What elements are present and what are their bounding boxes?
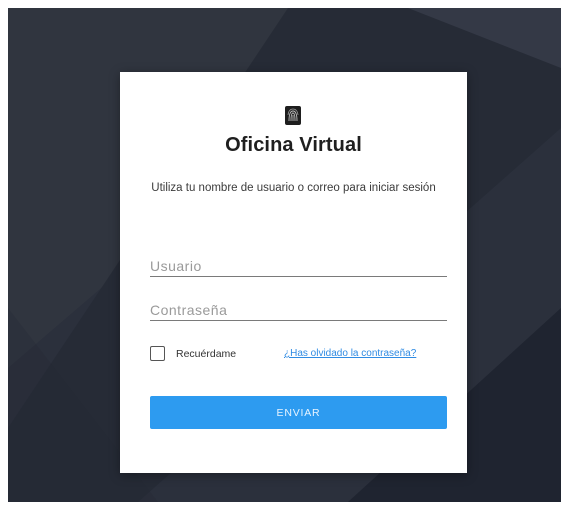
page: Oficina Virtual Utiliza tu nombre de usu… xyxy=(0,0,569,510)
username-field[interactable] xyxy=(150,256,447,277)
submit-button[interactable]: ENVIAR xyxy=(150,396,447,429)
login-card: Oficina Virtual Utiliza tu nombre de usu… xyxy=(120,72,467,473)
remember-me-label: Recuérdame xyxy=(176,347,237,360)
fingerprint-icon xyxy=(285,106,301,125)
forgot-password-link[interactable]: ¿Has olvidado la contraseña? xyxy=(284,348,416,359)
page-title: Oficina Virtual xyxy=(225,134,362,156)
login-subtitle: Utiliza tu nombre de usuario o correo pa… xyxy=(151,182,436,194)
remember-me-checkbox[interactable]: Recuérdame xyxy=(150,346,236,361)
checkbox-icon[interactable] xyxy=(150,346,165,361)
password-field[interactable] xyxy=(150,300,447,321)
